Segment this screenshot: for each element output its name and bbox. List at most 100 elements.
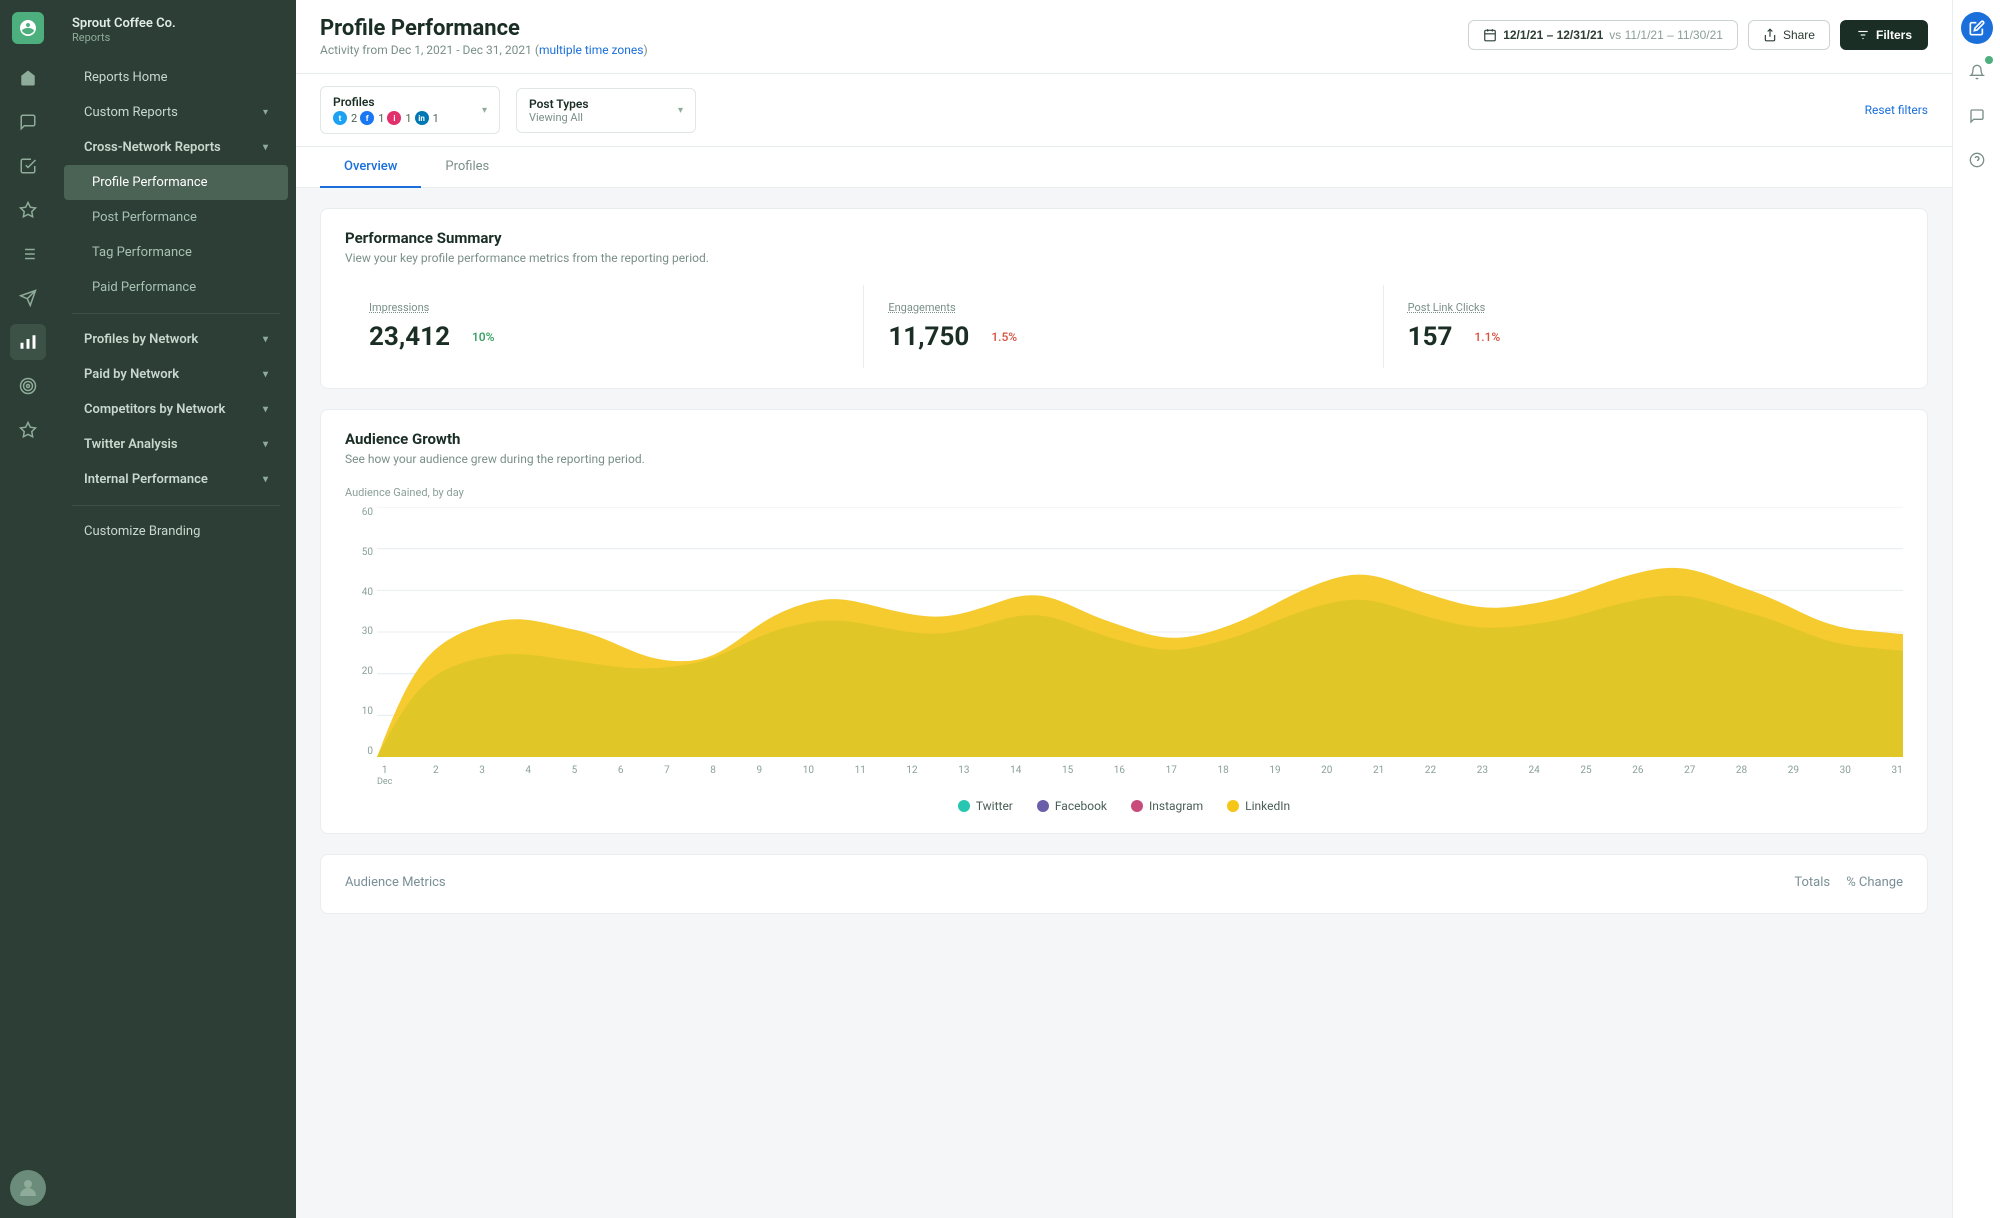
x-label-17: 17: [1166, 765, 1177, 787]
sidebar-section-twitter[interactable]: Twitter Analysis ▾: [64, 427, 288, 462]
sidebar-section-cross-network[interactable]: Cross-Network Reports ▾: [64, 130, 288, 165]
sidebar-divider: [72, 313, 280, 314]
x-label-12: 12: [906, 765, 917, 787]
twitter-icon: t: [333, 111, 347, 125]
app-logo: [12, 12, 44, 44]
profiles-dropdown[interactable]: Profiles t 2 f 1 i 1 in 1 ▾: [320, 86, 500, 134]
x-label-9: 9: [757, 765, 763, 787]
rail-icon-send[interactable]: [10, 280, 46, 316]
sidebar-item-post-performance[interactable]: Post Performance: [64, 200, 288, 235]
audience-growth-card: Audience Growth See how your audience gr…: [320, 409, 1928, 834]
metric-post-link-clicks: Post Link Clicks 157 1.1%: [1384, 285, 1903, 368]
x-label-3: 3: [479, 765, 485, 787]
x-labels-row: 1Dec 2 3 4 5 6 7 8 9 10 11 12 13 14: [377, 765, 1903, 787]
chevron-down-icon: ▾: [263, 439, 268, 450]
x-label-14: 14: [1010, 765, 1021, 787]
sidebar-item-profile-performance[interactable]: Profile Performance: [64, 165, 288, 200]
chevron-down-icon: ▾: [263, 404, 268, 415]
compose-button[interactable]: [1961, 12, 1993, 44]
timezone-highlight: multiple time zones: [539, 43, 644, 57]
reset-filters-button[interactable]: Reset filters: [1865, 103, 1928, 117]
rail-icon-star[interactable]: [10, 412, 46, 448]
main-content: Profile Performance Activity from Dec 1,…: [296, 0, 1952, 1218]
filters-button[interactable]: Filters: [1840, 20, 1928, 50]
audience-metrics-label: Audience Metrics: [345, 875, 446, 890]
tab-profiles[interactable]: Profiles: [421, 147, 513, 188]
impressions-value: 23,412 10%: [369, 322, 839, 352]
rail-icon-publish[interactable]: [10, 192, 46, 228]
date-range-button[interactable]: 12/1/21 – 12/31/21 vs 11/1/21 – 11/30/21: [1468, 20, 1738, 50]
notification-badge: [1985, 56, 1993, 64]
share-button[interactable]: Share: [1748, 20, 1830, 50]
post-link-clicks-value: 157 1.1%: [1408, 322, 1879, 352]
x-label-19: 19: [1269, 765, 1280, 787]
legend-instagram: Instagram: [1131, 799, 1203, 813]
post-link-clicks-label: Post Link Clicks: [1408, 301, 1879, 314]
notifications-button[interactable]: [1961, 56, 1993, 88]
page-header: Profile Performance Activity from Dec 1,…: [296, 0, 1952, 74]
rail-icon-lists[interactable]: [10, 236, 46, 272]
profiles-dropdown-chevron: ▾: [482, 105, 487, 116]
rail-icon-home[interactable]: [10, 60, 46, 96]
instagram-icon: i: [387, 111, 401, 125]
legend-dot-instagram: [1131, 800, 1143, 812]
sidebar-section-profiles-network[interactable]: Profiles by Network ▾: [64, 322, 288, 357]
chevron-down-icon: ▾: [263, 474, 268, 485]
legend-dot-linkedin: [1227, 800, 1239, 812]
x-label-11: 11: [855, 765, 866, 787]
x-label-7: 7: [664, 765, 670, 787]
rail-icon-campaigns[interactable]: [10, 368, 46, 404]
legend-twitter: Twitter: [958, 799, 1013, 813]
company-info: Sprout Coffee Co. Reports: [56, 16, 296, 60]
filter-bar: Profiles t 2 f 1 i 1 in 1 ▾ Post Types V…: [296, 74, 1952, 147]
audience-chart: 60 50 40 30 20 10 0: [345, 507, 1903, 787]
rail-icon-analytics[interactable]: [10, 324, 46, 360]
post-types-dropdown[interactable]: Post Types Viewing All ▾: [516, 88, 696, 133]
x-label-23: 23: [1477, 765, 1488, 787]
x-label-8: 8: [710, 765, 716, 787]
impressions-label: Impressions: [369, 301, 839, 314]
audience-metrics-totals: Totals % Change: [1794, 875, 1903, 890]
tab-overview[interactable]: Overview: [320, 147, 421, 188]
sidebar-section-competitors[interactable]: Competitors by Network ▾: [64, 392, 288, 427]
date-range-text: 12/1/21 – 12/31/21: [1503, 28, 1603, 42]
linkedin-area: [377, 568, 1903, 757]
compose-icon: [1969, 20, 1985, 36]
help-icon: [1969, 152, 1985, 168]
metric-impressions: Impressions 23,412 10%: [345, 285, 864, 368]
rail-icon-inbox[interactable]: [10, 104, 46, 140]
feedback-button[interactable]: [1961, 100, 1993, 132]
engagements-value: 11,750 1.5%: [888, 322, 1358, 352]
sidebar-item-customize-branding[interactable]: Customize Branding: [64, 514, 288, 549]
sidebar-item-custom-reports[interactable]: Custom Reports ▾: [64, 95, 288, 130]
sidebar-section-internal[interactable]: Internal Performance ▾: [64, 462, 288, 497]
x-label-21: 21: [1373, 765, 1384, 787]
sidebar-item-reports-home[interactable]: Reports Home: [64, 60, 288, 95]
help-button[interactable]: [1961, 144, 1993, 176]
engagements-label: Engagements: [888, 301, 1358, 314]
tabs-bar: Overview Profiles: [296, 147, 1952, 188]
bell-icon: [1969, 64, 1985, 80]
y-axis: 60 50 40 30 20 10 0: [345, 507, 373, 757]
linkedin-icon: in: [415, 111, 429, 125]
x-label-18: 18: [1217, 765, 1228, 787]
x-label-25: 25: [1580, 765, 1591, 787]
rail-icon-tasks[interactable]: [10, 148, 46, 184]
post-link-clicks-change: 1.1%: [1460, 330, 1500, 344]
sidebar: Sprout Coffee Co. Reports Reports Home C…: [56, 0, 296, 1218]
legend-linkedin: LinkedIn: [1227, 799, 1290, 813]
header-left: Profile Performance Activity from Dec 1,…: [320, 16, 648, 57]
x-label-30: 30: [1840, 765, 1851, 787]
x-label-1: 1Dec: [377, 765, 392, 787]
legend-dot-facebook: [1037, 800, 1049, 812]
company-name: Sprout Coffee Co.: [72, 16, 280, 31]
user-avatar[interactable]: [10, 1170, 46, 1206]
icon-rail: [0, 0, 56, 1218]
sidebar-section-paid-network[interactable]: Paid by Network ▾: [64, 357, 288, 392]
arrow-up-icon: [458, 331, 470, 343]
audience-growth-title: Audience Growth: [345, 430, 1903, 448]
sidebar-item-tag-performance[interactable]: Tag Performance: [64, 235, 288, 270]
chevron-down-icon: ▾: [263, 142, 268, 153]
sidebar-item-paid-performance[interactable]: Paid Performance: [64, 270, 288, 305]
arrow-down-icon: [977, 331, 989, 343]
